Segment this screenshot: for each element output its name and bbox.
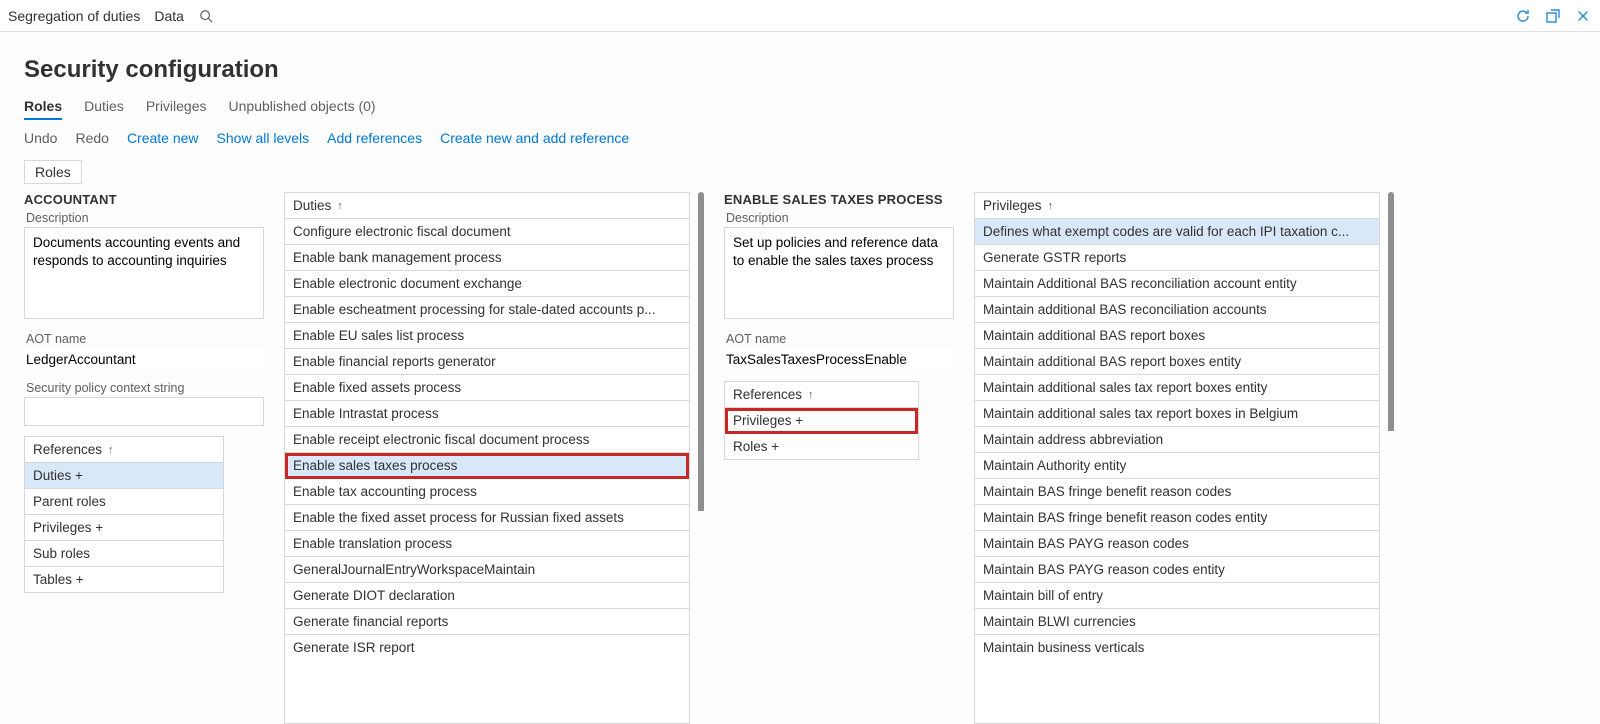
privilege-row[interactable]: Maintain additional BAS reconciliation a… xyxy=(975,297,1379,323)
role-aot-input[interactable] xyxy=(24,348,264,371)
privilege-row[interactable]: Maintain BAS fringe benefit reason codes… xyxy=(975,505,1379,531)
role-aot-label: AOT name xyxy=(26,332,264,346)
duty-row[interactable]: Generate ISR report xyxy=(285,635,689,660)
duty-heading: ENABLE SALES TAXES PROCESS xyxy=(724,192,954,207)
privilege-row[interactable]: Maintain additional sales tax report box… xyxy=(975,375,1379,401)
role-reference-row[interactable]: Parent roles xyxy=(25,489,223,515)
privilege-row[interactable]: Maintain Additional BAS reconciliation a… xyxy=(975,271,1379,297)
popout-icon[interactable] xyxy=(1544,7,1562,25)
privilege-row[interactable]: Defines what exempt codes are valid for … xyxy=(975,219,1379,245)
tab-privileges[interactable]: Privileges xyxy=(146,98,207,120)
privilege-row[interactable]: Maintain additional BAS report boxes ent… xyxy=(975,349,1379,375)
tab-duties[interactable]: Duties xyxy=(84,98,124,120)
duty-row[interactable]: Enable financial reports generator xyxy=(285,349,689,375)
role-heading: ACCOUNTANT xyxy=(24,192,264,207)
action-show-all-levels[interactable]: Show all levels xyxy=(217,130,310,146)
duty-row[interactable]: Enable escheatment processing for stale-… xyxy=(285,297,689,323)
action-undo: Undo xyxy=(24,130,57,146)
role-references-list: References↑ Duties +Parent rolesPrivileg… xyxy=(24,436,224,593)
privileges-scrollbar[interactable] xyxy=(1388,192,1394,724)
privilege-row[interactable]: Maintain BAS fringe benefit reason codes xyxy=(975,479,1379,505)
role-policy-label: Security policy context string xyxy=(26,381,264,395)
duty-row[interactable]: Enable sales taxes process xyxy=(285,453,689,479)
duty-row[interactable]: Enable tax accounting process xyxy=(285,479,689,505)
privilege-row[interactable]: Maintain BLWI currencies xyxy=(975,609,1379,635)
duties-header[interactable]: Duties↑ xyxy=(285,193,689,219)
title-bar: Segregation of duties Data xyxy=(0,0,1600,32)
role-reference-row[interactable]: Duties + xyxy=(25,463,223,489)
duty-row[interactable]: Enable receipt electronic fiscal documen… xyxy=(285,427,689,453)
privilege-row[interactable]: Maintain additional BAS report boxes xyxy=(975,323,1379,349)
privilege-row[interactable]: Maintain BAS PAYG reason codes entity xyxy=(975,557,1379,583)
duty-reference-row[interactable]: Roles + xyxy=(725,434,918,459)
privilege-row[interactable]: Maintain BAS PAYG reason codes xyxy=(975,531,1379,557)
duty-row[interactable]: GeneralJournalEntryWorkspaceMaintain xyxy=(285,557,689,583)
role-reference-row[interactable]: Privileges + xyxy=(25,515,223,541)
tab-unpublished-objects-0-[interactable]: Unpublished objects (0) xyxy=(229,98,376,120)
page-title: Security configuration xyxy=(24,56,1576,84)
breadcrumb-segregation[interactable]: Segregation of duties xyxy=(8,8,140,24)
action-add-references[interactable]: Add references xyxy=(327,130,422,146)
duties-panel: Duties↑ Configure electronic fiscal docu… xyxy=(284,192,704,724)
duty-row[interactable]: Enable bank management process xyxy=(285,245,689,271)
privilege-row[interactable]: Maintain bill of entry xyxy=(975,583,1379,609)
search-icon[interactable] xyxy=(198,8,214,24)
duty-row[interactable]: Enable electronic document exchange xyxy=(285,271,689,297)
duty-references-list: References↑ Privileges +Roles + xyxy=(724,381,919,460)
role-reference-row[interactable]: Sub roles xyxy=(25,541,223,567)
duty-row[interactable]: Enable translation process xyxy=(285,531,689,557)
duty-row[interactable]: Enable Intrastat process xyxy=(285,401,689,427)
tab-roles[interactable]: Roles xyxy=(24,98,62,120)
duty-reference-row[interactable]: Privileges + xyxy=(725,408,918,434)
duty-row[interactable]: Enable EU sales list process xyxy=(285,323,689,349)
privilege-row[interactable]: Maintain business verticals xyxy=(975,635,1379,660)
duty-details-panel: ENABLE SALES TAXES PROCESS Description A… xyxy=(724,192,954,724)
duty-row[interactable]: Enable fixed assets process xyxy=(285,375,689,401)
duty-references-header[interactable]: References↑ xyxy=(725,382,918,408)
roles-chip[interactable]: Roles xyxy=(24,160,82,184)
duty-row[interactable]: Enable the fixed asset process for Russi… xyxy=(285,505,689,531)
duty-row[interactable]: Generate DIOT declaration xyxy=(285,583,689,609)
breadcrumb-data[interactable]: Data xyxy=(154,8,184,24)
privilege-row[interactable]: Maintain Authority entity xyxy=(975,453,1379,479)
role-reference-row[interactable]: Tables + xyxy=(25,567,223,592)
duty-description-label: Description xyxy=(726,211,954,225)
action-bar: Undo Redo Create new Show all levels Add ref… xyxy=(24,130,1576,146)
role-description-input[interactable] xyxy=(24,227,264,319)
privilege-row[interactable]: Generate GSTR reports xyxy=(975,245,1379,271)
action-create-new[interactable]: Create new xyxy=(127,130,199,146)
refresh-icon[interactable] xyxy=(1514,7,1532,25)
action-redo: Redo xyxy=(75,130,108,146)
duty-aot-label: AOT name xyxy=(726,332,954,346)
role-description-label: Description xyxy=(26,211,264,225)
close-icon[interactable] xyxy=(1574,7,1592,25)
role-references-header[interactable]: References↑ xyxy=(25,437,223,463)
privilege-row[interactable]: Maintain address abbreviation xyxy=(975,427,1379,453)
privileges-header[interactable]: Privileges↑ xyxy=(975,193,1379,219)
role-details-panel: ACCOUNTANT Description AOT name Security… xyxy=(24,192,264,724)
privileges-panel: Privileges↑ Defines what exempt codes ar… xyxy=(974,192,1394,724)
duty-row[interactable]: Configure electronic fiscal document xyxy=(285,219,689,245)
role-policy-input[interactable] xyxy=(24,397,264,426)
duties-scrollbar[interactable] xyxy=(698,192,704,724)
privilege-row[interactable]: Maintain additional sales tax report box… xyxy=(975,401,1379,427)
duty-description-input[interactable] xyxy=(724,227,954,319)
action-create-new-and-add-reference[interactable]: Create new and add reference xyxy=(440,130,629,146)
tabs: Roles Duties Privileges Unpublished objects… xyxy=(24,98,1576,120)
duty-aot-input[interactable] xyxy=(724,348,954,371)
duty-row[interactable]: Generate financial reports xyxy=(285,609,689,635)
